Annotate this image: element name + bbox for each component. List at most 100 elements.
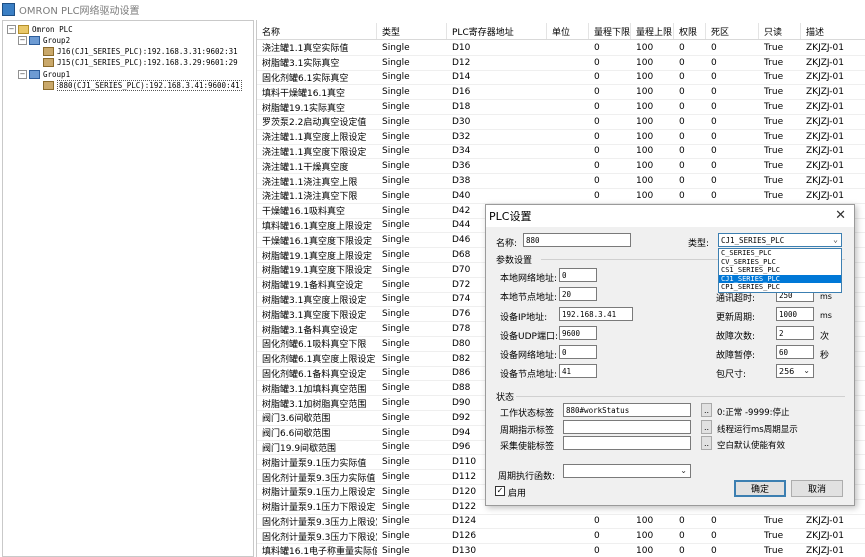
table-row[interactable]: 固化剂计量泵9.3压力下限设定 Single D126 0 100 0 0 True ZKJZJ… [257, 529, 865, 545]
collapse-icon[interactable]: − [7, 25, 16, 34]
table-cell: 树脂罐19.1实际真空 [262, 103, 346, 114]
table-cell: 固化剂罐6.1实际真空 [262, 73, 349, 84]
table-cell: 0 [594, 545, 600, 556]
tree-device-item[interactable]: J15(CJ1_SERIES_PLC):192.168.3.29:9601:29 [43, 57, 238, 68]
table-cell: 100 [636, 116, 654, 127]
work-status-browse-button[interactable]: .. [701, 403, 712, 417]
table-cell: 树脂计量泵9.1压力实际值 [262, 458, 367, 469]
device-icon [43, 58, 54, 67]
table-row[interactable]: 浇注罐1.1浇注真空上限 Single D38 0 100 0 0 True ZKJZJ-01 [257, 174, 865, 189]
type-option[interactable]: CJ1_SERIES_PLC [719, 274, 841, 284]
table-row[interactable]: 浇注罐1.1浇注真空下限 Single D40 0 100 0 0 True ZKJZJ-01 [257, 189, 865, 204]
table-cell: 0 [594, 516, 600, 527]
update-input[interactable]: 1000 [776, 307, 814, 321]
column-header[interactable]: PLC寄存器地址 [447, 23, 547, 39]
collapse-icon[interactable]: − [18, 70, 27, 79]
func-select[interactable]: ⌄ [563, 464, 691, 478]
enable-label: 启用 [508, 489, 527, 499]
local-net-input[interactable]: 0 [559, 268, 597, 282]
table-cell: Single [382, 412, 410, 423]
table-row[interactable]: 树脂罐19.1实际真空 Single D18 0 100 0 0 True ZKJZJ-01 [257, 100, 865, 115]
column-header[interactable]: 死区 [706, 23, 759, 39]
table-cell: 100 [636, 131, 654, 142]
type-label: 类型: [688, 239, 710, 249]
enable-checkbox[interactable]: ✓ [495, 486, 505, 496]
cycle-input[interactable] [563, 420, 691, 434]
table-cell: 浇注罐1.1真空实际值 [262, 44, 349, 55]
table-cell: Single [382, 279, 410, 290]
packet-select-value: 256 [779, 366, 795, 376]
table-row[interactable]: 浇注罐1.1干燥真空度 Single D36 0 100 0 0 True ZKJZJ-01 [257, 159, 865, 175]
tree-root[interactable]: − Omron PLC [7, 24, 73, 35]
collect-input[interactable] [563, 436, 691, 450]
ok-button[interactable]: 确定 [734, 480, 786, 497]
type-option[interactable]: C_SERIES_PLC [719, 249, 841, 258]
tree-device-label: J15(CJ1_SERIES_PLC):192.168.3.29:9601:29 [57, 58, 238, 67]
tree-device-label: 880(CJ1_SERIES_PLC):192.168.3.41:9600:41 [57, 80, 242, 91]
column-header[interactable]: 单位 [547, 23, 589, 39]
table-cell: D38 [452, 176, 471, 187]
comm-timeout-unit: ms [820, 292, 832, 301]
tree-group[interactable]: − Group1 [18, 69, 70, 80]
collect-browse-button[interactable]: .. [701, 436, 712, 450]
work-status-input[interactable]: 880#workStatus [563, 403, 691, 417]
close-icon[interactable]: ✕ [835, 208, 846, 223]
type-dropdown-list[interactable]: C_SERIES_PLC CV_SERIES_PLC CS1_SERIES_PLC C… [718, 248, 842, 293]
table-row[interactable]: 浇注罐1.1真空实际值 Single D10 0 100 0 0 True ZKJZJ-01 [257, 41, 865, 56]
column-header[interactable]: 名称 [257, 23, 377, 39]
table-cell: 0 [679, 116, 685, 127]
plc-settings-dialog[interactable]: PLC设置 ✕ 名称: 880 类型: CJ1_SERIES_PLC ⌄ 参数设… [485, 204, 855, 506]
column-header[interactable]: 量程下限 [589, 23, 631, 39]
type-option[interactable]: CS1_SERIES_PLC [719, 266, 841, 275]
table-cell: 浇注罐1.1干燥真空度 [262, 162, 349, 173]
local-node-input[interactable]: 20 [559, 287, 597, 301]
table-cell: Single [382, 442, 410, 453]
udp-input[interactable]: 9600 [559, 326, 597, 340]
column-header[interactable]: 权限 [674, 23, 706, 39]
tree-group[interactable]: − Group2 [18, 35, 70, 46]
table-row[interactable]: 填料干燥罐16.1真空 Single D16 0 100 0 0 True ZKJZJ-01 [257, 85, 865, 101]
table-cell: Single [382, 264, 410, 275]
column-header[interactable]: 描述 [801, 23, 865, 39]
table-row[interactable]: 固化剂罐6.1实际真空 Single D14 0 100 0 0 True ZKJZJ-01 [257, 71, 865, 86]
cycle-label: 周期指示标签 [500, 426, 555, 436]
column-header[interactable]: 量程上限 [631, 23, 674, 39]
column-header[interactable]: 类型 [377, 23, 447, 39]
table-cell [547, 515, 589, 529]
tree-device-item[interactable]: 880(CJ1_SERIES_PLC):192.168.3.41:9600:41 [43, 80, 242, 91]
table-cell: Single [382, 87, 410, 98]
tree-device-item[interactable]: J16(CJ1_SERIES_PLC):192.168.3.31:9602:31 [43, 46, 238, 57]
packet-label: 包尺寸: [716, 370, 747, 380]
table-cell: True [764, 190, 784, 201]
dev-node-input[interactable]: 41 [559, 364, 597, 378]
packet-select[interactable]: 256 ⌄ [776, 364, 814, 378]
type-option[interactable]: CP1_SERIES_PLC [719, 283, 841, 292]
table-cell: D130 [452, 545, 477, 556]
pause-input[interactable]: 60 [776, 345, 814, 359]
table-cell: True [764, 42, 784, 53]
name-input[interactable]: 880 [523, 233, 631, 247]
table-row[interactable]: 固化剂计量泵9.3压力上限设定 Single D124 0 100 0 0 True ZKJZJ… [257, 515, 865, 530]
cycle-browse-button[interactable]: .. [701, 420, 712, 434]
cancel-button[interactable]: 取消 [791, 480, 843, 497]
table-row[interactable]: 罗茨泵2.2启动真空设定值 Single D30 0 100 0 0 True ZKJZJ-01 [257, 115, 865, 130]
retry-input[interactable]: 2 [776, 326, 814, 340]
table-row[interactable]: 填料罐16.1电子称重量实际值 Single D130 0 100 0 0 True ZKJZJ… [257, 544, 865, 557]
type-select[interactable]: CJ1_SERIES_PLC ⌄ [718, 233, 842, 247]
table-row[interactable]: 树脂罐3.1实际真空 Single D12 0 100 0 0 True ZKJZJ-01 [257, 56, 865, 71]
table-cell: 0 [711, 57, 717, 68]
table-row[interactable]: 浇注罐1.1真空度上限设定 Single D32 0 100 0 0 True ZKJZJ-01 [257, 130, 865, 145]
type-option[interactable]: CV_SERIES_PLC [719, 258, 841, 267]
table-cell: 0 [711, 531, 717, 542]
name-label: 名称: [496, 239, 518, 249]
device-tree[interactable]: − Omron PLC − Group2 J16(CJ1_SERIES_PLC)… [2, 20, 254, 557]
collapse-icon[interactable]: − [18, 36, 27, 45]
table-cell: Single [382, 190, 410, 201]
ip-input[interactable]: 192.168.3.41 [559, 307, 633, 321]
column-header[interactable]: 只读 [759, 23, 801, 39]
table-cell: D36 [452, 161, 471, 172]
table-row[interactable]: 浇注罐1.1真空度下限设定 Single D34 0 100 0 0 True ZKJZJ-01 [257, 145, 865, 160]
table-cell: 树脂罐19.1真空度上限设定 [262, 251, 373, 262]
dev-net-input[interactable]: 0 [559, 345, 597, 359]
table-cell: 0 [594, 131, 600, 142]
